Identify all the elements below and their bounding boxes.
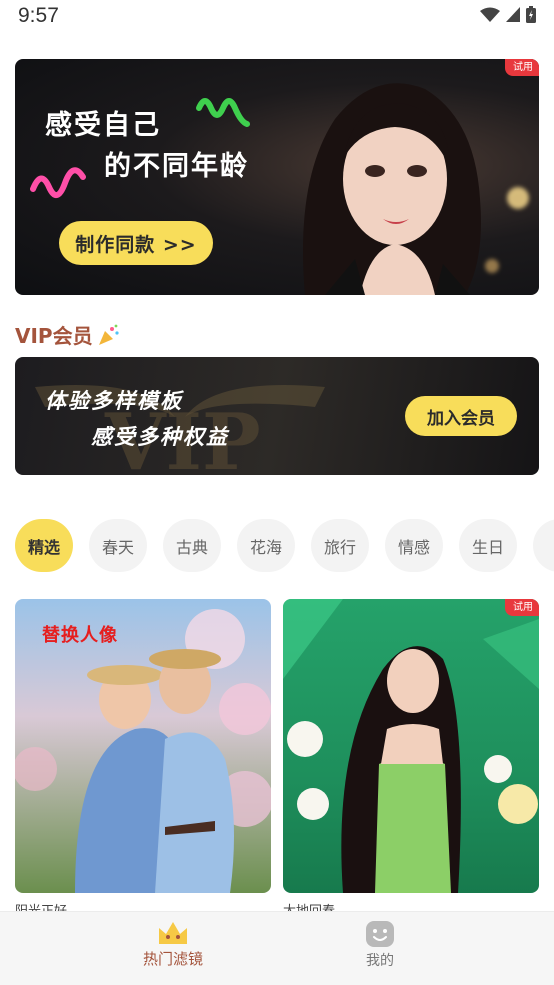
nav-mine[interactable]: 我的 (320, 920, 440, 970)
tab-birthday[interactable]: 生日 (459, 519, 517, 572)
status-time: 9:57 (18, 4, 59, 27)
vip-section-title: VIP会员 (15, 320, 121, 349)
status-bar: 9:57 (0, 0, 554, 34)
battery-icon (526, 6, 536, 23)
crown-icon (159, 922, 187, 944)
pink-squiggle-decoration (30, 167, 86, 198)
tab-emotion[interactable]: 情感 (385, 519, 443, 572)
bottom-navigation: 热门滤镜 我的 (0, 911, 554, 985)
vip-title-text: VIP会员 (15, 324, 93, 348)
replace-portrait-label: 替换人像 (42, 625, 118, 646)
tab-flowers[interactable]: 花海 (237, 519, 295, 572)
tab-more[interactable] (533, 519, 554, 572)
trial-badge: 试用 (505, 599, 539, 616)
vip-tagline-2: 感受多种权益 (91, 425, 229, 449)
bokeh-light (507, 187, 529, 209)
template-preview-image (283, 599, 539, 893)
vip-tagline-1: 体验多样模板 (45, 389, 183, 413)
portrait-image (303, 83, 482, 295)
template-card[interactable]: 替换人像 (15, 599, 271, 893)
template-card[interactable]: 试用 (283, 599, 539, 893)
status-icons (480, 6, 536, 23)
banner-headline-1: 感受自己 (45, 110, 161, 141)
make-same-button[interactable]: 制作同款 >> (59, 221, 213, 265)
signal-icon (506, 7, 520, 22)
vip-banner[interactable]: VIP 体验多样模板 感受多种权益 加入会员 (15, 357, 539, 475)
party-popper-icon (98, 324, 119, 345)
tab-spring[interactable]: 春天 (89, 519, 147, 572)
category-tabs: 精选 春天 古典 花海 旅行 情感 生日 (15, 519, 554, 573)
vip-wings-decoration: VIP (35, 385, 325, 475)
promo-banner[interactable]: 感受自己 的不同年龄 制作同款 >> 试用 (15, 59, 539, 295)
trial-badge: 试用 (505, 59, 539, 76)
tab-travel[interactable]: 旅行 (311, 519, 369, 572)
green-squiggle-decoration (196, 98, 250, 127)
smiley-icon (366, 921, 394, 947)
wifi-icon (480, 7, 500, 22)
nav-hot-filters[interactable]: 热门滤镜 (113, 920, 233, 969)
nav-label: 热门滤镜 (142, 950, 203, 968)
tab-classical[interactable]: 古典 (163, 519, 221, 572)
join-vip-button[interactable]: 加入会员 (405, 396, 517, 436)
banner-headline-2: 的不同年龄 (104, 151, 249, 182)
nav-label: 我的 (366, 953, 394, 969)
tab-selected[interactable]: 精选 (15, 519, 73, 572)
